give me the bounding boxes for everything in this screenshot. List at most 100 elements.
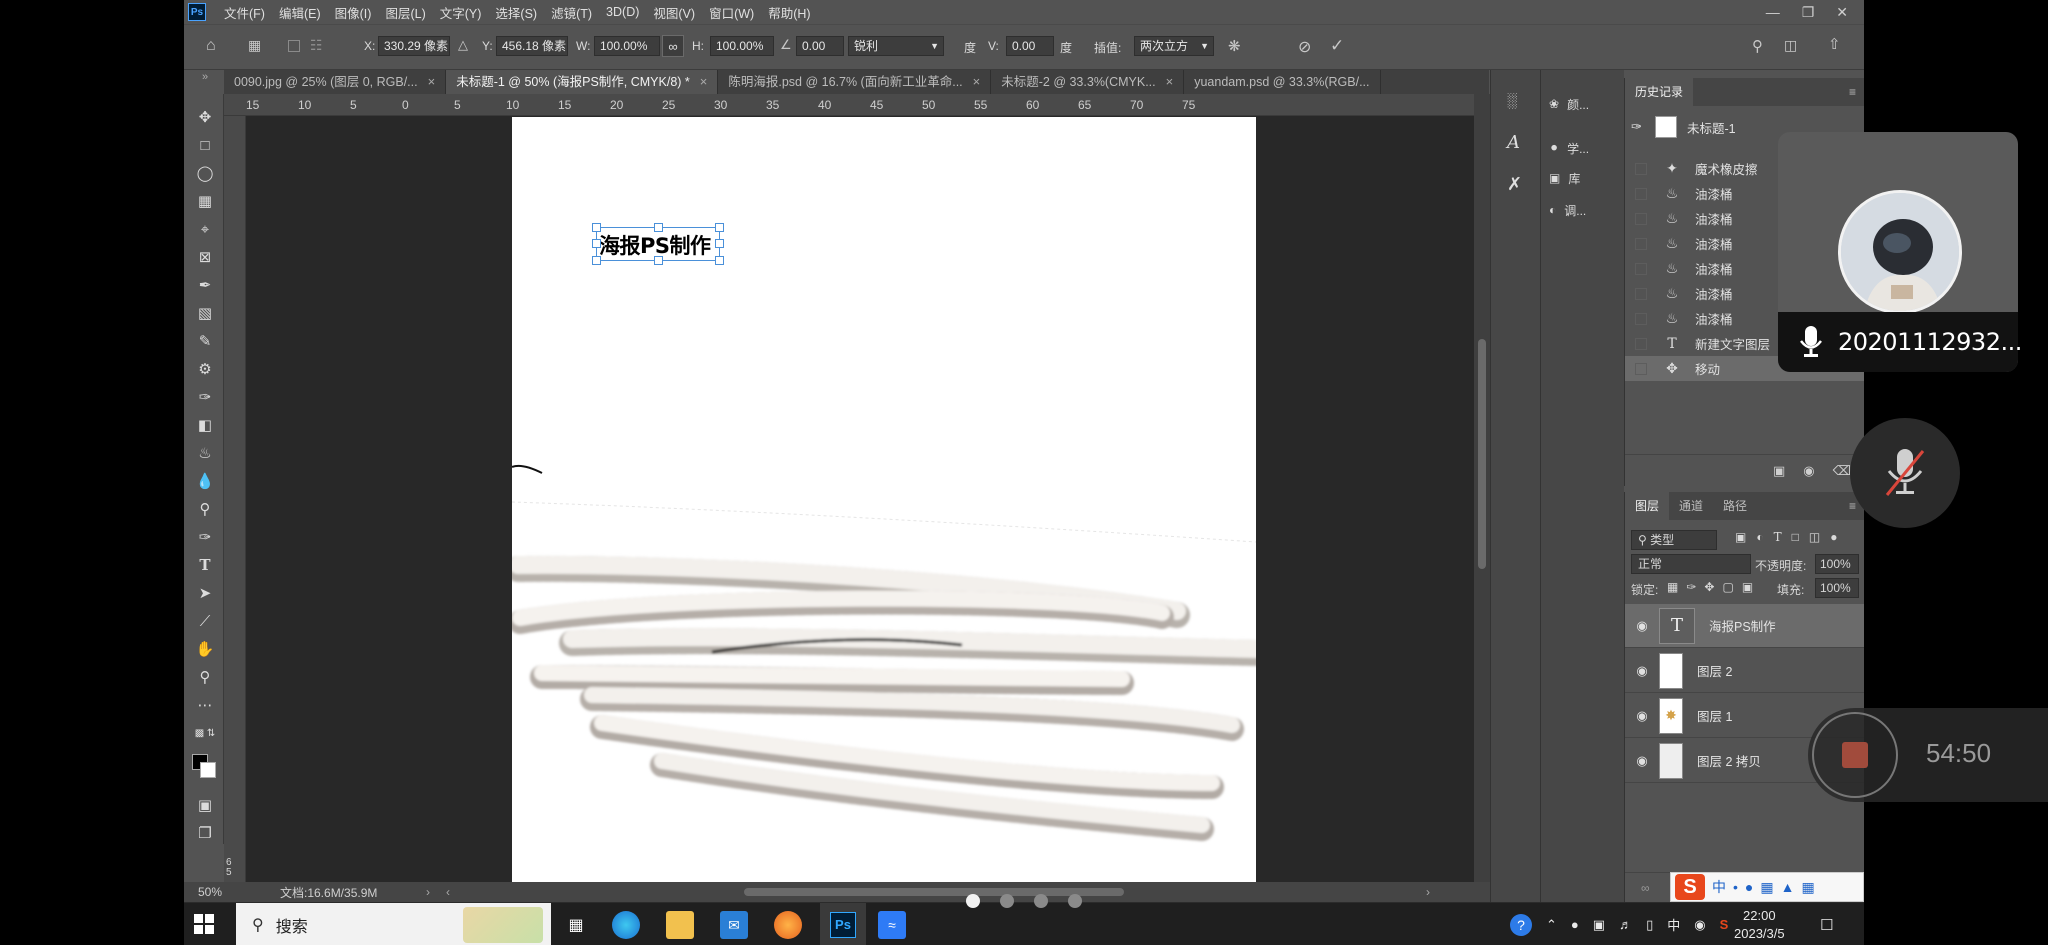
zoom-level[interactable]: 50% xyxy=(198,885,222,899)
dodge-tool-icon[interactable]: ⚲ xyxy=(186,496,224,522)
menu-select[interactable]: 选择(S) xyxy=(495,3,537,22)
layer-filter-select[interactable]: ⚲ 类型 xyxy=(1631,530,1717,550)
tool-presets-icon[interactable]: ✗ xyxy=(1507,174,1522,195)
path-selection-tool-icon[interactable]: ➤ xyxy=(186,580,224,606)
zoom-tool-icon[interactable]: ⚲ xyxy=(186,664,224,690)
screen-mode-icon[interactable]: ❐ xyxy=(186,820,224,846)
transform-handle[interactable] xyxy=(715,256,724,265)
tab-paths[interactable]: 路径 xyxy=(1713,492,1757,520)
v-skew-field[interactable]: 0.00 xyxy=(1006,36,1054,56)
menu-help[interactable]: 帮助(H) xyxy=(768,3,810,22)
transform-bounding-box[interactable]: 海报PS制作 xyxy=(592,223,724,265)
dock-item-color[interactable]: ❀ 颜... xyxy=(1549,92,1589,116)
transform-handle[interactable] xyxy=(592,239,601,248)
page-dot-active[interactable] xyxy=(966,894,980,908)
link-layers-icon[interactable]: ∞ xyxy=(1641,881,1650,895)
layer-name[interactable]: 图层 2 xyxy=(1697,661,1732,680)
shape-filter-icon[interactable]: □ xyxy=(1792,530,1799,544)
layer-name[interactable]: 图层 1 xyxy=(1697,706,1732,725)
pixel-filter-icon[interactable]: ▣ xyxy=(1735,530,1746,544)
dock-item-adjustments[interactable]: ◐ 调... xyxy=(1549,198,1586,222)
menu-type[interactable]: 文字(Y) xyxy=(440,3,482,22)
tab-chenming-poster[interactable]: 陈明海报.psd @ 16.7% (面向新工业革命... × xyxy=(718,70,992,94)
battery-icon[interactable]: ▯ xyxy=(1646,917,1653,933)
tab-yuandam-psd[interactable]: yuandam.psd @ 33.3%(RGB/... xyxy=(1184,70,1381,94)
workspace-icon[interactable]: ◫ xyxy=(1784,37,1797,54)
file-explorer-icon[interactable] xyxy=(666,911,694,939)
tab-untitled-1[interactable]: 未标题-1 @ 50% (海报PS制作, CMYK/8) * × xyxy=(446,70,719,94)
menu-edit[interactable]: 编辑(E) xyxy=(279,3,321,22)
app-blue-icon[interactable]: ≈ xyxy=(878,911,906,939)
transform-handle[interactable] xyxy=(654,223,663,232)
blur-tool-icon[interactable]: 💧 xyxy=(186,468,224,494)
commit-transform-icon[interactable]: ✓ xyxy=(1330,36,1344,56)
collapse-toolbox-icon[interactable]: » xyxy=(186,68,224,86)
eye-icon[interactable]: ◉ xyxy=(1625,663,1659,679)
close-icon[interactable]: × xyxy=(1166,70,1174,94)
scroll-left-icon[interactable]: ‹ xyxy=(446,885,450,899)
menu-window[interactable]: 窗口(W) xyxy=(709,3,754,22)
filter-toggle-icon[interactable]: ● xyxy=(1830,530,1837,544)
scroll-right-icon[interactable]: › xyxy=(1426,885,1430,899)
volume-icon[interactable]: ♬ xyxy=(1619,917,1632,932)
background-color-swatch[interactable] xyxy=(200,762,216,778)
type-filter-icon[interactable]: T xyxy=(1774,530,1782,544)
eyedropper-tool-icon[interactable]: ✒ xyxy=(186,272,224,298)
tab-history[interactable]: 历史记录 xyxy=(1625,78,1694,106)
transform-handle[interactable] xyxy=(592,223,601,232)
hand-tool-icon[interactable]: ✋ xyxy=(186,636,224,662)
taskbar-search-box[interactable]: ⚲ 搜索 xyxy=(236,903,551,945)
close-icon[interactable]: × xyxy=(428,70,436,94)
marquee-tool-icon[interactable]: □ xyxy=(186,132,224,158)
close-icon[interactable]: × xyxy=(973,70,981,94)
healing-brush-tool-icon[interactable]: ▧ xyxy=(186,300,224,326)
y-position-field[interactable]: 456.18 像素 xyxy=(496,36,568,56)
stop-recording-button[interactable] xyxy=(1812,712,1898,798)
blend-mode-select[interactable]: 正常 xyxy=(1631,554,1751,574)
page-dot[interactable] xyxy=(1034,894,1048,908)
brush-tool-icon[interactable]: ✎ xyxy=(186,328,224,354)
history-brush-source-icon[interactable]: ✑ xyxy=(1631,119,1649,135)
eraser-tool-icon[interactable]: ◧ xyxy=(186,412,224,438)
tab-channels[interactable]: 通道 xyxy=(1669,492,1713,520)
microphone-icon[interactable]: ● xyxy=(1571,917,1579,932)
layer-row-text[interactable]: ◉ T 海报PS制作 xyxy=(1625,604,1864,648)
minimize-icon[interactable]: — xyxy=(1766,4,1780,20)
photoshop-taskbar-slot[interactable]: Ps xyxy=(820,903,866,945)
mail-icon[interactable]: ✉ xyxy=(720,911,748,939)
x-position-field[interactable]: 330.29 像素 xyxy=(378,36,450,56)
lasso-tool-icon[interactable]: ◯ xyxy=(186,160,224,186)
layer-name[interactable]: 图层 2 拷贝 xyxy=(1697,751,1761,770)
edge-browser-icon[interactable] xyxy=(612,911,640,939)
panel-menu-icon[interactable]: ≡ xyxy=(1849,499,1856,513)
share-icon[interactable]: ⇧ xyxy=(1828,35,1841,53)
histogram-icon[interactable]: ░ xyxy=(1507,92,1517,108)
history-brush-tool-icon[interactable]: ✑ xyxy=(186,384,224,410)
smart-object-filter-icon[interactable]: ◫ xyxy=(1809,530,1820,544)
sogou-tray-icon[interactable]: S xyxy=(1720,917,1729,932)
eye-icon[interactable]: ◉ xyxy=(1625,708,1659,724)
transform-handle[interactable] xyxy=(592,256,601,265)
interpolation-select[interactable]: 两次立方 ▼ xyxy=(1134,36,1214,56)
ime-voice-icon[interactable]: ● xyxy=(1745,879,1753,895)
status-arrow-icon[interactable]: › xyxy=(426,885,430,899)
opacity-field[interactable]: 100% xyxy=(1815,554,1859,574)
lock-artboard-icon[interactable]: ▢ xyxy=(1722,580,1733,594)
paint-bucket-tool-icon[interactable]: ♨ xyxy=(186,440,224,466)
dock-item-learn[interactable]: ⚫ 学... xyxy=(1549,136,1589,160)
rotate-angle-field[interactable]: 0.00 xyxy=(796,36,844,56)
height-field[interactable]: 100.00% xyxy=(710,36,774,56)
mute-button[interactable] xyxy=(1850,418,1960,528)
crop-tool-icon[interactable]: ⌖ xyxy=(186,216,224,242)
lock-transparent-icon[interactable]: ▦ xyxy=(1667,580,1678,594)
lock-position-icon[interactable]: ✥ xyxy=(1704,580,1714,594)
trash-icon[interactable]: ⌫ xyxy=(1833,463,1851,479)
ime-status-icon[interactable]: ◉ xyxy=(1694,917,1705,933)
width-field[interactable]: 100.00% xyxy=(594,36,660,56)
layer-name[interactable]: 海报PS制作 xyxy=(1709,616,1776,635)
tab-0090-jpg[interactable]: 0090.jpg @ 25% (图层 0, RGB/... × xyxy=(224,70,447,94)
panel-menu-icon[interactable]: ≡ xyxy=(1849,85,1856,99)
relative-position-icon[interactable]: △ xyxy=(458,37,468,53)
cancel-transform-icon[interactable]: ⊘ xyxy=(1298,37,1311,57)
edit-toolbar-icon[interactable]: ⋯ xyxy=(186,692,224,718)
